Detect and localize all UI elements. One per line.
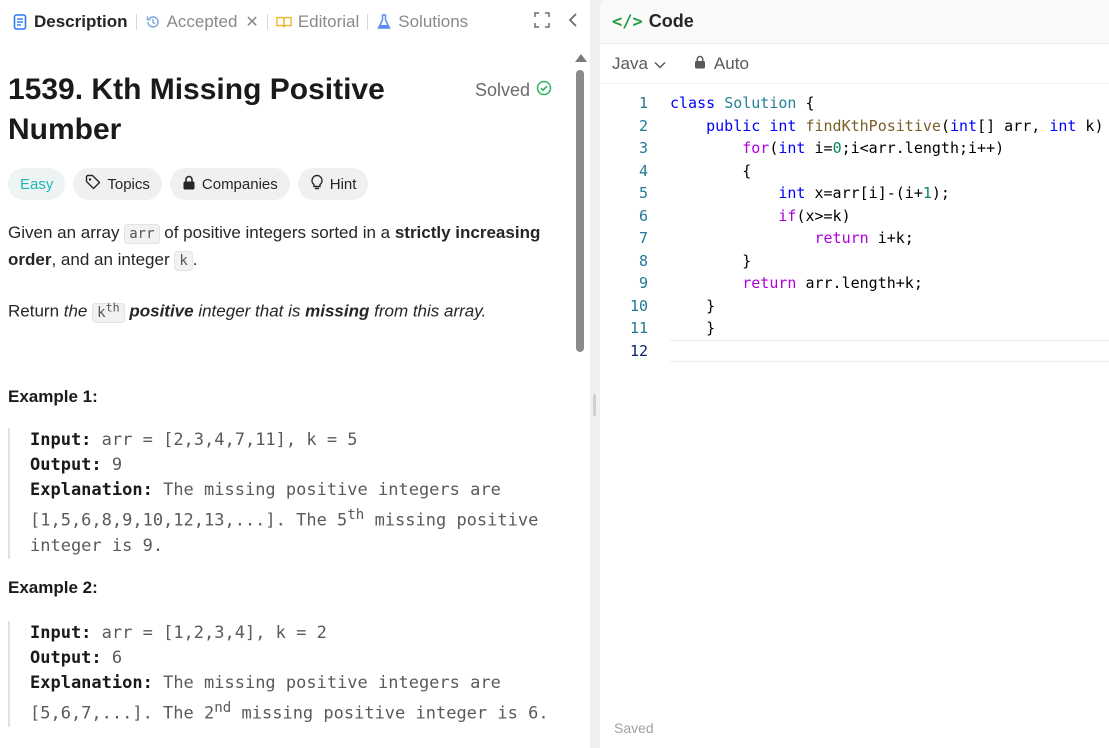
- code-line: 6 if(x>=k): [600, 205, 1109, 228]
- solved-label: Solved: [474, 80, 530, 100]
- panel-resize-divider[interactable]: [590, 0, 600, 748]
- description-paragraph-2: Return the kth positive integer that is …: [8, 300, 487, 323]
- line-number: 9: [638, 274, 648, 292]
- code-line: 8 }: [600, 250, 1109, 273]
- lock-icon: [182, 175, 196, 194]
- line-number: 10: [629, 296, 648, 315]
- save-status: Saved: [614, 720, 654, 736]
- code-line: 3 for(int i=0;i<arr.length;i++): [600, 137, 1109, 160]
- code-line: 11 }: [600, 317, 1109, 340]
- tab-editorial[interactable]: Editorial: [270, 0, 365, 44]
- mode-label: Auto: [713, 53, 749, 73]
- tab-accepted-label: Accepted: [166, 12, 238, 31]
- line-number: 2: [638, 116, 648, 135]
- language-selector[interactable]: Java: [612, 54, 666, 74]
- description-scrollbar[interactable]: [574, 54, 587, 748]
- inline-code-arr: arr: [124, 224, 160, 244]
- history-icon: [145, 14, 161, 30]
- solved-status: Solved: [475, 80, 552, 101]
- example-1-input: Input: arr = [2,3,4,7,11], k = 5: [30, 430, 358, 450]
- code-line: 7 return i+k;: [600, 227, 1109, 250]
- collapse-chevron-left-icon[interactable]: [568, 12, 578, 33]
- code-brackets-icon: </>: [612, 11, 643, 32]
- example-2-output: Output: 6: [30, 648, 123, 668]
- check-circle-icon: [536, 80, 552, 101]
- inline-code-kth: kth: [92, 300, 125, 323]
- tab-accepted[interactable]: Accepted ✕: [139, 0, 265, 44]
- line-number: 8: [638, 251, 648, 270]
- tab-description-label: Description: [34, 12, 128, 31]
- code-line: 10 }: [600, 295, 1109, 318]
- flask-icon: [376, 14, 392, 30]
- tab-description[interactable]: Description: [6, 0, 134, 44]
- code-header: </> Code: [600, 0, 1109, 44]
- description-panel: Description Accepted ✕ Editorial Solutio…: [0, 0, 590, 748]
- line-number: 3: [638, 139, 648, 157]
- problem-tags: Easy Topics Companies Hint: [8, 168, 369, 200]
- format-mode[interactable]: Auto: [694, 54, 749, 74]
- lightbulb-icon: [310, 174, 324, 194]
- tab-solutions[interactable]: Solutions: [370, 0, 474, 44]
- hint-chip[interactable]: Hint: [297, 168, 369, 200]
- line-number: 1: [638, 94, 648, 112]
- code-editor[interactable]: 1 class Solution { 2 public int findKthPo…: [600, 92, 1109, 712]
- tab-separator: [367, 14, 369, 30]
- document-icon: [12, 14, 28, 30]
- tab-solutions-label: Solutions: [398, 12, 469, 31]
- companies-chip[interactable]: Companies: [169, 168, 290, 200]
- title-row: 1539. Kth Missing Positive Number Solved: [8, 44, 566, 164]
- line-number: 11: [629, 319, 648, 337]
- description-paragraph-1: Given an array arr of positive integers …: [8, 223, 541, 271]
- code-line: 5 int x=arr[i]-(i+1);: [600, 182, 1109, 205]
- tab-separator: [266, 14, 268, 30]
- current-code-line[interactable]: 12: [600, 339, 1109, 362]
- line-number: 7: [638, 229, 648, 247]
- tab-separator: [135, 14, 137, 30]
- maximize-icon[interactable]: [534, 11, 550, 33]
- code-panel-title: Code: [648, 11, 694, 31]
- example-2-input: Input: arr = [1,2,3,4], k = 2: [30, 623, 327, 643]
- example-2-block: Input: arr = [1,2,3,4], k = 2 Output: 6 …: [8, 621, 558, 727]
- hint-label: Hint: [329, 175, 357, 193]
- example-1-explanation: Explanation: The missing positive intege…: [30, 480, 539, 556]
- tab-bar: Description Accepted ✕ Editorial Solutio…: [0, 0, 590, 44]
- code-line: 9 return arr.length+k;: [600, 272, 1109, 295]
- line-number: 12: [629, 341, 648, 360]
- topics-label: Topics: [107, 175, 150, 193]
- editor-toolbar: Java Auto: [600, 44, 1109, 84]
- example-2-explanation: Explanation: The missing positive intege…: [30, 673, 549, 724]
- companies-label: Companies: [201, 175, 278, 193]
- problem-title: 1539. Kth Missing Positive Number: [8, 73, 385, 146]
- example-1-heading: Example 1:: [8, 387, 98, 406]
- resize-grip[interactable]: [593, 394, 596, 416]
- example-1-output: Output: 9: [30, 455, 123, 475]
- example-2-heading: Example 2:: [8, 578, 98, 597]
- line-number: 6: [638, 206, 648, 225]
- close-icon[interactable]: ✕: [245, 12, 258, 32]
- code-line: 2 public int findKthPositive(int[] arr, …: [600, 115, 1109, 138]
- problem-description: Given an array arr of positive integers …: [8, 220, 558, 346]
- tag-icon: [85, 174, 101, 194]
- inline-code-k: k: [174, 251, 193, 271]
- chevron-down-icon: [654, 54, 666, 74]
- book-icon: [276, 14, 292, 30]
- panel-controls: [534, 0, 578, 44]
- line-number: 4: [638, 161, 648, 180]
- language-label: Java: [612, 53, 648, 73]
- difficulty-badge: Easy: [8, 168, 66, 200]
- line-number: 5: [638, 184, 648, 202]
- leetcode-workspace: Description Accepted ✕ Editorial Solutio…: [0, 0, 1109, 748]
- code-line: 4 {: [600, 160, 1109, 183]
- scroll-up-arrow-icon[interactable]: [575, 54, 587, 62]
- topics-chip[interactable]: Topics: [73, 168, 162, 200]
- lock-icon: [694, 54, 706, 74]
- scroll-thumb[interactable]: [576, 70, 584, 352]
- code-line: 1 class Solution {: [600, 92, 1109, 115]
- code-panel: </> Code Java Auto 1 class Solution { 2 p…: [600, 0, 1109, 748]
- tab-editorial-label: Editorial: [297, 12, 360, 31]
- example-1-block: Input: arr = [2,3,4,7,11], k = 5 Output:…: [8, 428, 558, 559]
